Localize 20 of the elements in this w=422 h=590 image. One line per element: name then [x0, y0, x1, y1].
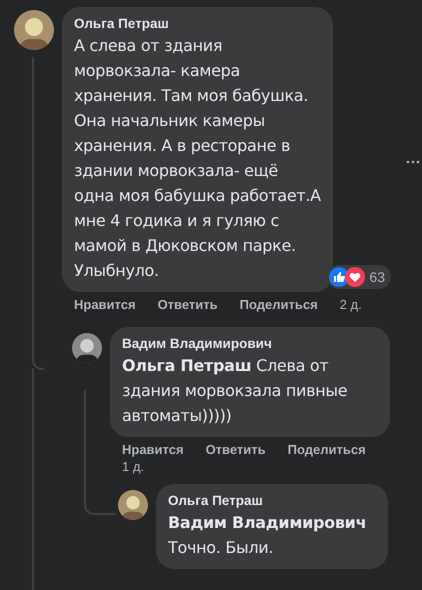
comment-author[interactable]: Вадим Владимирович	[122, 335, 378, 353]
comment-author[interactable]: Ольга Петраш	[74, 15, 321, 33]
avatar[interactable]	[14, 10, 54, 50]
comment-text: Ольга Петраш Слева от здания морвокзала пивные автоматы)))))	[122, 355, 348, 427]
comment-action-link[interactable]: Ответить	[158, 296, 218, 313]
comment-action-link[interactable]: Ответить	[206, 441, 266, 458]
comment-text: А слева от здания морвокзала- камера хранения. Там моя бабушка. Она начальник камеры хранения. А в ресторане в здании морвокзала- ещё одна моя бабушка работает.А мне 4 годика и я гуляю с мамой в Дюковском парке. Улыбнуло.	[74, 35, 321, 282]
comment-action-link[interactable]: Нравится	[74, 296, 136, 313]
reactions-badge[interactable]: 63	[327, 265, 391, 289]
avatar[interactable]	[118, 490, 148, 520]
comment-action-link[interactable]: Нравится	[122, 441, 184, 458]
avatar[interactable]	[72, 333, 102, 363]
comment-action-link[interactable]: Поделиться	[288, 441, 366, 458]
reaction-count: 63	[369, 269, 385, 285]
comment-time: 2 д.	[340, 296, 362, 313]
comment-author[interactable]: Ольга Петраш	[168, 492, 376, 510]
comment-time: 1 д.	[122, 458, 144, 475]
comment-text: Вадим Владимирович Точно. Были.	[168, 512, 368, 559]
more-icon[interactable]	[406, 160, 420, 164]
comment-action-link[interactable]: Поделиться	[240, 296, 318, 313]
